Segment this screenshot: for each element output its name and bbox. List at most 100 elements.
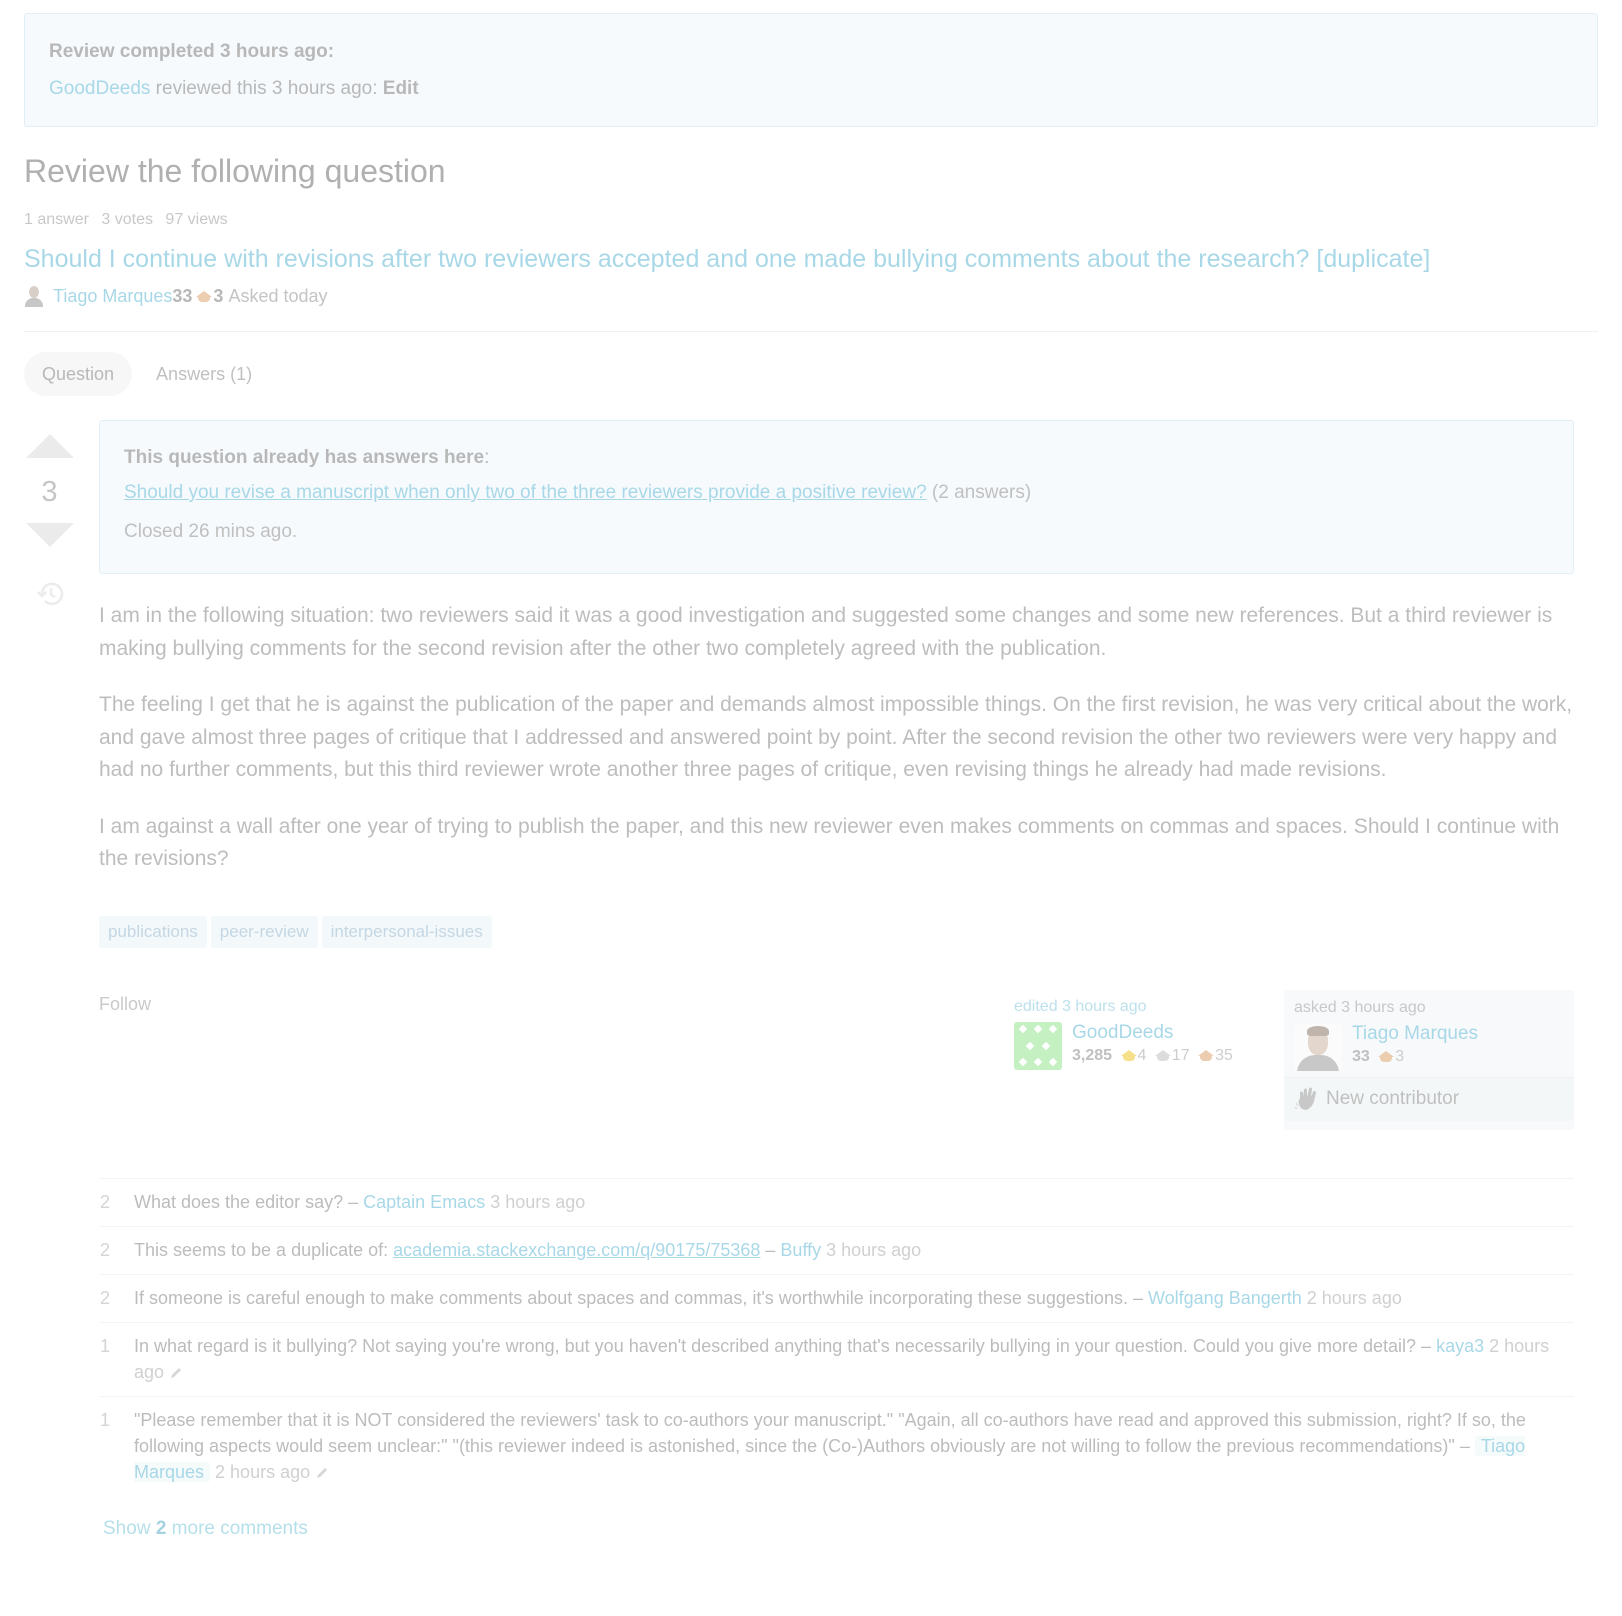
comment-text: If someone is careful enough to make com… [134,1287,1128,1308]
comment-date: 3 hours ago [485,1191,586,1212]
duplicate-heading: This question already has answers here: [124,447,1549,469]
review-notice-title: Review completed 3 hours ago: [49,41,335,62]
duplicate-answer-count: (2 answers) [926,482,1032,503]
tag-peer-review[interactable]: peer-review [210,915,318,948]
owner-name-link[interactable]: Tiago Marques [1352,1023,1478,1045]
owner-reputation: 33 [1352,1047,1370,1065]
comment-body: In what regard is it bullying? Not sayin… [134,1333,1574,1385]
comment-separator: – [1454,1435,1475,1456]
editor-avatar[interactable] [1014,1021,1062,1070]
comment-user-link[interactable]: Buffy [780,1240,821,1260]
owner-details: Tiago Marques 33 3 [1352,1023,1478,1071]
comment-date: 3 hours ago [821,1239,922,1260]
duplicate-heading-colon: : [484,447,490,468]
show-more-count: 2 [155,1517,167,1539]
owner-card: asked 3 hours ago Tiago Marques 33 3 New… [1284,989,1574,1130]
body-paragraph: I am in the following situation: two rev… [99,604,1553,660]
asker-reputation: 33 [172,285,193,306]
editor-name-link[interactable]: GoodDeeds [1072,1022,1233,1044]
tab-question[interactable]: Question [24,352,133,396]
comment-score: 2 [100,1191,111,1212]
asker-name-link[interactable]: Tiago Marques [53,286,172,307]
tabs: Question Answers (1) [24,352,1598,396]
editor-silver-count: 17 [1171,1046,1190,1064]
page-title: Review the following question [24,153,446,189]
reviewed-text: reviewed this 3 hours ago: [150,78,383,99]
bronze-badge-icon [196,291,213,302]
pencil-icon[interactable] [168,1365,184,1381]
vote-count: 3 [41,476,58,508]
editor-reputation: 3,285 [1072,1046,1113,1064]
view-count: 97 views [165,211,228,228]
divider [24,331,1598,332]
comment-user-link[interactable]: Wolfgang Bangerth [1148,1288,1302,1308]
edited-time-link[interactable]: edited 3 hours ago [1014,998,1147,1015]
tag-interpersonal-issues[interactable]: interpersonal-issues [321,915,492,948]
comment-body: If someone is careful enough to make com… [134,1285,1574,1311]
body-paragraph: I am against a wall after one year of tr… [99,814,1560,871]
asker-bronze-count: 3 [213,285,224,306]
body-paragraph: The feeling I get that he is against the… [99,693,1573,781]
comment-separator: – [1416,1335,1437,1356]
duplicate-notice: This question already has answers here: … [99,420,1574,574]
asked-time: Asked today [228,285,328,306]
show-more-comments-link[interactable]: Show 2 more comments [99,1518,308,1540]
duplicate-link-line: Should you revise a manuscript when only… [124,482,1549,504]
answer-count: 1 answer [24,211,89,228]
comment-body: What does the editor say? – Captain Emac… [134,1189,1574,1215]
editor-gold-count: 4 [1137,1046,1147,1064]
reviewer-link[interactable]: GoodDeeds [49,78,150,99]
duplicate-question-link[interactable]: Should you revise a manuscript when only… [124,482,927,503]
review-completed-notice: Review completed 3 hours ago: GoodDeeds … [24,13,1598,127]
tag-list: publications peer-review interpersonal-i… [99,915,1574,948]
tab-answers[interactable]: Answers (1) [138,352,270,396]
asker-line: Tiago Marques 33 3 Asked today [24,283,1598,309]
comment-score: 2 [100,1287,111,1308]
owner-bronze-count: 3 [1395,1047,1405,1065]
comment: 2 What does the editor say? – Captain Em… [99,1179,1574,1227]
new-contributor-indicator[interactable]: New contributor [1284,1076,1574,1121]
closed-time: Closed 26 mins ago. [124,521,298,542]
show-more-prefix: Show [103,1517,156,1539]
comment-body: "Please remember that it is NOT consider… [134,1407,1574,1485]
history-icon[interactable] [35,579,65,609]
question-post: 3 This question already has answers here… [24,420,1598,1540]
comment-user-link[interactable]: Captain Emacs [363,1192,485,1212]
follow-button[interactable]: Follow [99,990,1004,1130]
question-body: I am in the following situation: two rev… [99,600,1574,876]
comment-score: 2 [100,1239,111,1260]
comment-text: This seems to be a duplicate of: [134,1239,394,1260]
asker-avatar[interactable] [24,285,44,307]
owner-avatar[interactable] [1294,1022,1342,1071]
editor-details: GoodDeeds 3,285 4 17 35 [1072,1022,1233,1070]
downvote-button[interactable] [25,523,74,547]
question-title-link[interactable]: Should I continue with revisions after t… [24,243,1598,275]
silver-badge-icon [1154,1049,1171,1061]
vote-stat: 3 votes [101,211,153,228]
owner-reputation-line: 33 3 [1352,1048,1478,1066]
editor-card: edited 3 hours ago GoodDeeds 3,285 4 17 … [1004,990,1264,1130]
question-stats: 1 answer 3 votes 97 views [24,211,1598,229]
asked-time-label: asked 3 hours ago [1294,998,1426,1016]
gold-badge-icon [1120,1049,1137,1061]
editor-bronze-count: 35 [1215,1046,1233,1064]
comment-text: "Please remember that it is NOT consider… [134,1409,1526,1456]
comment-date: 2 hours ago [1301,1287,1402,1308]
tag-publications[interactable]: publications [99,915,207,948]
editor-reputation-line: 3,285 4 17 35 [1072,1047,1233,1065]
vote-cell: 3 [24,420,99,1540]
pencil-icon[interactable] [314,1465,330,1481]
comment: 2 If someone is careful enough to make c… [99,1275,1574,1323]
comments-list: 2 What does the editor say? – Captain Em… [99,1177,1574,1496]
comment-user-link[interactable]: kaya3 [1436,1336,1484,1356]
comment-text: In what regard is it bullying? Not sayin… [134,1335,1417,1356]
comment-separator: – [1127,1287,1148,1308]
post-cell: This question already has answers here: … [99,420,1598,1540]
wave-hand-icon [1294,1087,1316,1110]
comment: 2 This seems to be a duplicate of: acade… [99,1227,1574,1275]
comment-url-link[interactable]: academia.stackexchange.com/q/90175/75368 [393,1240,760,1260]
bronze-badge-icon [1198,1049,1215,1061]
comment-score: 1 [100,1335,111,1356]
upvote-button[interactable] [25,434,74,458]
comment-body: This seems to be a duplicate of: academi… [134,1237,1574,1263]
